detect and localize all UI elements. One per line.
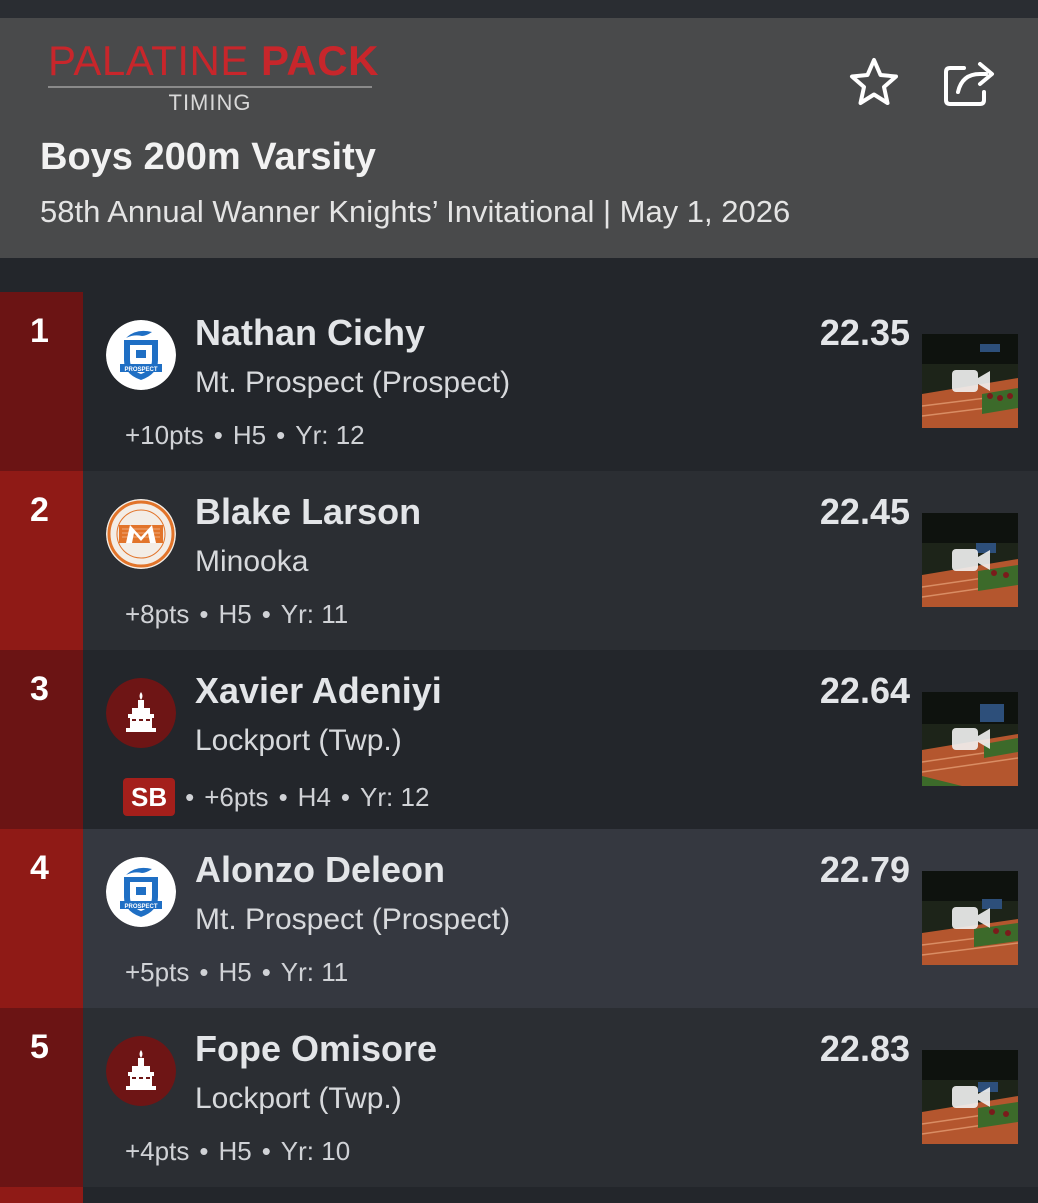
team-logo-minooka-icon: [106, 499, 176, 569]
share-button[interactable]: [940, 54, 996, 110]
year: Yr: 10: [280, 1136, 351, 1166]
event-title: Boys 200m Varsity: [40, 136, 376, 178]
race-video-thumbnail[interactable]: [922, 871, 1018, 965]
team-logo-prospect-icon: PROSPECT: [106, 857, 176, 927]
school-name: Lockport (Twp.): [195, 724, 402, 757]
result-time: 22.64: [819, 670, 910, 711]
season-best-badge: SB: [123, 778, 176, 816]
share-icon: [944, 62, 994, 106]
team-logo-lockport-icon: [106, 1036, 176, 1106]
status-strip: [0, 0, 1038, 18]
race-video-thumbnail[interactable]: [922, 1050, 1018, 1144]
result-row[interactable]: 1 PROSPECT Nathan Cichy Mt. Prospect (Pr…: [0, 292, 1038, 471]
points: +10pts: [125, 420, 204, 450]
race-video-thumbnail[interactable]: [922, 334, 1018, 428]
team-logo-lockport-icon: [106, 678, 176, 748]
points: +4pts: [125, 1136, 190, 1166]
palatine-pack-timing-logo: PALATINE PACK TIMING: [48, 40, 380, 116]
result-row[interactable]: 4 PROSPECT Alonzo Deleon Mt. Prospect (P…: [0, 829, 1038, 1008]
year: Yr: 12: [360, 781, 430, 812]
place-column: 4: [0, 829, 83, 1008]
school-name: Mt. Prospect (Prospect): [195, 366, 511, 399]
place-column: 2: [0, 471, 83, 650]
result-row[interactable]: 5 Fope Omisore Lockport (Twp.) +4pts • H5 •…: [0, 1008, 1038, 1187]
race-video-thumbnail[interactable]: [922, 692, 1018, 786]
result-time: 22.35: [819, 312, 910, 353]
result-row[interactable]: 3 Xavier Adeniyi Lockport (Twp.) SB • +6pt…: [0, 650, 1038, 829]
race-video-thumbnail[interactable]: [922, 513, 1018, 607]
place-column: 5: [0, 1008, 83, 1187]
place-number: 4: [30, 849, 49, 887]
result-row[interactable]: 2 Blake Larson Minooka +8pts • H5 • Yr: 11 2…: [0, 471, 1038, 650]
result-meta: +5pts • H5 • Yr: 11: [125, 957, 349, 987]
school-name: Mt. Prospect (Prospect): [195, 903, 511, 936]
points: +8pts: [125, 599, 190, 629]
place-number: 1: [30, 312, 49, 350]
athlete-name: Blake Larson: [195, 491, 422, 532]
points: +6pts: [204, 781, 269, 812]
athlete-name: Xavier Adeniyi: [195, 670, 442, 711]
year: Yr: 11: [280, 599, 349, 629]
heat: H4: [297, 781, 331, 812]
star-icon: [850, 58, 898, 105]
favorite-button[interactable]: [846, 54, 902, 110]
athlete-name: Fope Omisore: [195, 1028, 438, 1069]
athlete-name: Alonzo Deleon: [195, 849, 445, 890]
logo-rule: [48, 86, 372, 88]
logo-word-pack: PACK: [261, 37, 379, 84]
heat: H5: [232, 420, 267, 450]
place-number: 2: [30, 491, 49, 529]
result-time: 22.45: [819, 491, 910, 532]
school-name: Lockport (Twp.): [195, 1082, 402, 1115]
result-time: 22.79: [819, 849, 910, 890]
heat: H5: [218, 1136, 252, 1166]
place-column: [0, 1187, 83, 1203]
school-name: Minooka: [195, 545, 309, 578]
result-meta: +10pts • H5 • Yr: 12: [125, 420, 365, 450]
result-row-partial: [0, 1187, 1038, 1203]
place-number: 3: [30, 670, 49, 708]
heat: H5: [218, 957, 252, 987]
place-number: 5: [30, 1028, 49, 1066]
logo-word-palatine: PALATINE: [48, 37, 262, 84]
section-gap: [0, 258, 1038, 292]
result-meta: +4pts • H5 • Yr: 10: [125, 1136, 351, 1166]
place-column: 1: [0, 292, 83, 471]
svg-text:PROSPECT: PROSPECT: [124, 367, 157, 373]
year: Yr: 11: [280, 957, 349, 987]
meet-subtitle: 58th Annual Wanner Knights’ Invitational…: [40, 194, 791, 229]
result-meta: +8pts • H5 • Yr: 11: [125, 599, 349, 629]
svg-text:PROSPECT: PROSPECT: [124, 904, 157, 910]
results-list: 1 PROSPECT Nathan Cichy Mt. Prospect (Pr…: [0, 292, 1038, 1203]
event-header: PALATINE PACK TIMING Boys 200m Varsity 5…: [0, 18, 1038, 258]
heat: H5: [218, 599, 252, 629]
place-column: 3: [0, 650, 83, 829]
result-meta: SB • +6pts • H4 • Yr: 12: [123, 778, 430, 816]
team-logo-prospect-icon: PROSPECT: [106, 320, 176, 390]
result-time: 22.83: [819, 1028, 910, 1069]
year: Yr: 12: [295, 420, 365, 450]
athlete-name: Nathan Cichy: [195, 312, 426, 353]
logo-sub: TIMING: [168, 90, 252, 115]
points: +5pts: [125, 957, 190, 987]
